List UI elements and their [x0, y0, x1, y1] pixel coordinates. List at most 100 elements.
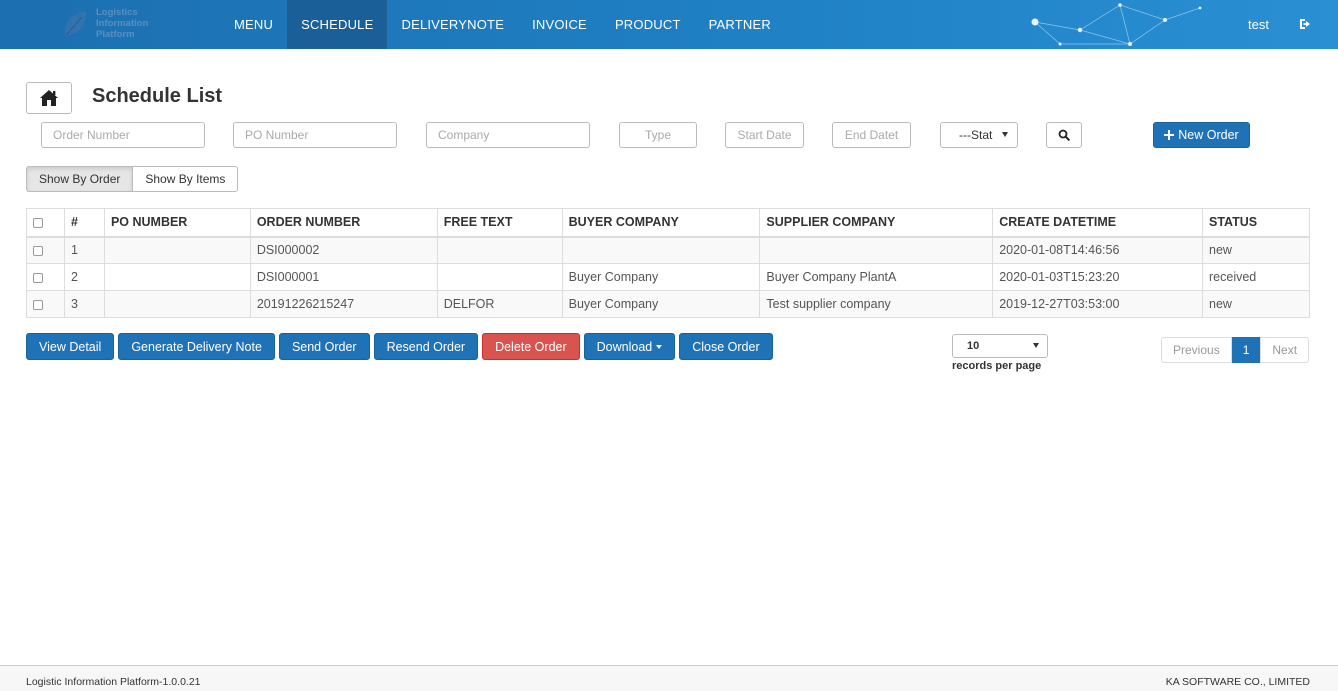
cell-buyer-company: Buyer Company: [561, 263, 761, 291]
row-checkbox[interactable]: [33, 299, 43, 310]
new-order-label: New Order: [1178, 128, 1239, 142]
leaf-logo-icon: [64, 11, 87, 36]
generate-delivery-note-button[interactable]: Generate Delivery Note: [118, 333, 275, 360]
home-button[interactable]: [26, 82, 72, 114]
app-logo[interactable]: Logistics Information Platform: [60, 6, 170, 44]
pagination-page-1[interactable]: 1: [1231, 337, 1261, 363]
cell-free-text: [436, 263, 563, 291]
send-order-button[interactable]: Send Order: [278, 333, 370, 360]
nav-partner[interactable]: PARTNER: [695, 0, 785, 49]
po-number-input[interactable]: [233, 122, 397, 148]
nav-schedule[interactable]: SCHEDULE: [287, 0, 388, 49]
pagination-previous[interactable]: Previous: [1161, 337, 1232, 363]
cell-create-datetime: 2020-01-08T14:46:56: [992, 236, 1203, 264]
logo-text: Logistics Information Platform: [96, 7, 148, 40]
cell-po-number: [103, 263, 251, 291]
cell-order-number: DSI000002: [249, 236, 438, 264]
page-title: Schedule List: [92, 85, 223, 107]
row-checkbox[interactable]: [33, 245, 43, 256]
cell-supplier-company: [759, 236, 994, 264]
schedule-table: # PO NUMBER ORDER NUMBER FREE TEXT BUYER…: [26, 208, 1310, 318]
user-name[interactable]: test: [1248, 17, 1269, 32]
plus-icon: [1164, 130, 1175, 140]
new-order-button[interactable]: New Order: [1153, 122, 1250, 148]
network-decoration-icon: [1031, 3, 1202, 46]
records-per-page-label: records per page: [952, 360, 1042, 372]
cell-status: new: [1202, 236, 1310, 264]
table-row[interactable]: 2 DSI000001 Buyer Company Buyer Company …: [26, 263, 1310, 291]
footer: Logistic Information Platform-1.0.0.21 K…: [0, 665, 1338, 691]
col-index: #: [63, 208, 105, 238]
main-nav: MENU SCHEDULE DELIVERYNOTE INVOICE PRODU…: [220, 0, 785, 49]
logo-line-1: Logistics: [96, 7, 138, 18]
view-toggle: Show By Order Show By Items: [26, 166, 239, 192]
cell-po-number: [103, 290, 251, 318]
records-per-page-select[interactable]: 10: [952, 334, 1048, 358]
table-row[interactable]: 3 20191226215247 DELFOR Buyer Company Te…: [26, 290, 1310, 318]
cell-free-text: DELFOR: [436, 290, 563, 318]
top-navbar: Logistics Information Platform MENU SCHE…: [0, 0, 1338, 49]
cell-supplier-company: Buyer Company PlantA: [759, 263, 994, 291]
cell-index: 2: [63, 263, 105, 291]
cell-order-number: 20191226215247: [249, 290, 438, 318]
row-select-cell: [26, 236, 65, 264]
col-po-number[interactable]: PO NUMBER: [103, 208, 251, 238]
row-select-cell: [26, 290, 65, 318]
search-button[interactable]: [1046, 122, 1082, 148]
cell-index: 1: [63, 236, 105, 264]
cell-buyer-company: Buyer Company: [561, 290, 761, 318]
chevron-down-icon: [1002, 132, 1008, 137]
view-detail-button[interactable]: View Detail: [26, 333, 115, 360]
show-by-items-button[interactable]: Show By Items: [133, 166, 239, 192]
type-input[interactable]: [619, 122, 697, 148]
col-supplier-company[interactable]: SUPPLIER COMPANY: [759, 208, 994, 238]
col-create-datetime[interactable]: CREATE DATETIME: [992, 208, 1203, 238]
resend-order-button[interactable]: Resend Order: [373, 333, 479, 360]
delete-order-button[interactable]: Delete Order: [482, 333, 580, 360]
nav-product[interactable]: PRODUCT: [601, 0, 695, 49]
cell-status: received: [1202, 263, 1310, 291]
cell-buyer-company: [561, 236, 761, 264]
cell-po-number: [103, 236, 251, 264]
col-buyer-company[interactable]: BUYER COMPANY: [561, 208, 761, 238]
records-per-page-value: 10: [967, 340, 980, 352]
cell-status: new: [1202, 290, 1310, 318]
start-date-input[interactable]: [725, 122, 804, 148]
logo-line-3: Platform: [96, 29, 135, 40]
chevron-down-icon: [1033, 343, 1039, 348]
pagination-next[interactable]: Next: [1260, 337, 1310, 363]
caret-down-icon: [656, 344, 663, 349]
order-number-input[interactable]: [41, 122, 205, 148]
select-all-checkbox[interactable]: [33, 217, 43, 228]
cell-supplier-company: Test supplier company: [759, 290, 994, 318]
table-row[interactable]: 1 DSI000002 2020-01-08T14:46:56 new: [26, 236, 1310, 264]
footer-version: Logistic Information Platform-1.0.0.21: [26, 676, 201, 688]
action-bar: View Detail Generate Delivery Note Send …: [26, 333, 773, 360]
select-all-cell: [26, 208, 65, 238]
company-input[interactable]: [426, 122, 590, 148]
status-select[interactable]: ---Stat: [940, 122, 1018, 148]
nav-invoice[interactable]: INVOICE: [518, 0, 601, 49]
footer-company: KA SOFTWARE CO., LIMITED: [1165, 676, 1310, 688]
download-dropdown-button[interactable]: Download: [583, 333, 676, 360]
end-date-input[interactable]: [832, 122, 911, 148]
table-header-row: # PO NUMBER ORDER NUMBER FREE TEXT BUYER…: [26, 208, 1310, 238]
cell-index: 3: [63, 290, 105, 318]
row-checkbox[interactable]: [33, 272, 43, 283]
cell-free-text: [436, 236, 563, 264]
row-select-cell: [26, 263, 65, 291]
close-order-button[interactable]: Close Order: [679, 333, 773, 360]
nav-deliverynote[interactable]: DELIVERYNOTE: [387, 0, 518, 49]
download-label: Download: [596, 339, 653, 354]
show-by-order-button[interactable]: Show By Order: [26, 166, 134, 192]
cell-order-number: DSI000001: [249, 263, 438, 291]
cell-create-datetime: 2020-01-03T15:23:20: [992, 263, 1203, 291]
nav-menu[interactable]: MENU: [220, 0, 287, 49]
logout-icon[interactable]: [1297, 16, 1313, 32]
col-order-number[interactable]: ORDER NUMBER: [249, 208, 438, 238]
cell-create-datetime: 2019-12-27T03:53:00: [992, 290, 1203, 318]
status-select-value: ---Stat: [959, 128, 993, 142]
col-status[interactable]: STATUS: [1202, 208, 1310, 238]
home-icon: [40, 90, 58, 106]
col-free-text[interactable]: FREE TEXT: [436, 208, 563, 238]
